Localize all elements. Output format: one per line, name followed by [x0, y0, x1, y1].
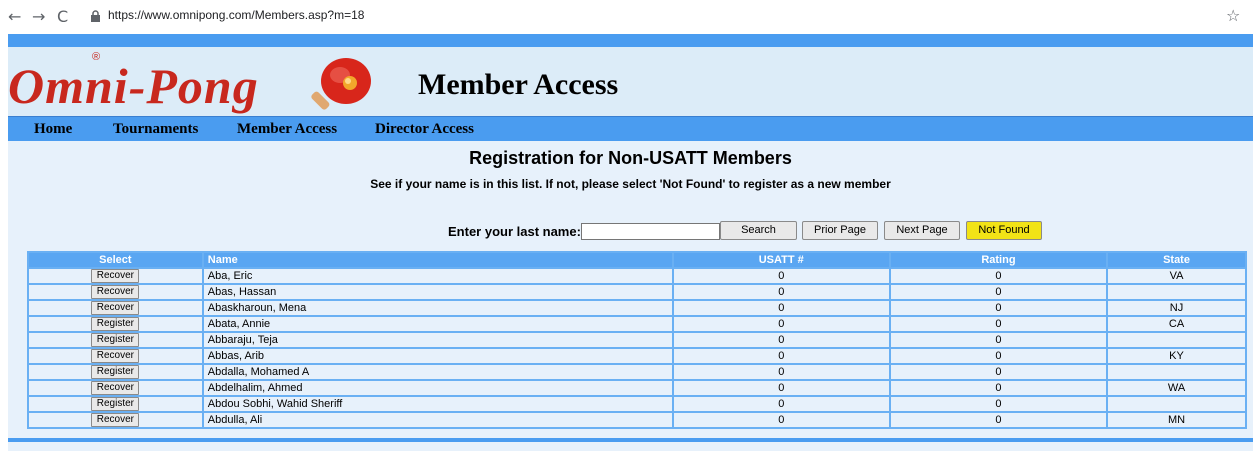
member-usatt: 0 [673, 285, 889, 299]
member-rating: 0 [890, 397, 1107, 411]
member-usatt: 0 [673, 381, 889, 395]
member-rating: 0 [890, 269, 1107, 283]
member-rating: 0 [890, 349, 1107, 363]
lock-icon [91, 10, 100, 22]
table-row: Recover Abdelhalim, Ahmed 0 0 WA [29, 381, 1245, 395]
header-select: Select [29, 253, 202, 267]
header-usatt: USATT # [673, 253, 889, 267]
member-name: Abbas, Arib [203, 349, 672, 363]
member-name: Abas, Hassan [203, 285, 672, 299]
member-state: CA [1108, 317, 1245, 331]
member-rating: 0 [890, 365, 1107, 379]
member-state: MN [1108, 413, 1245, 427]
main-content: Registration for Non-USATT Members See i… [8, 141, 1253, 451]
row-action-button[interactable]: Register [91, 365, 140, 379]
table-row: Recover Abdulla, Ali 0 0 MN [29, 413, 1245, 427]
prior-page-button[interactable]: Prior Page [802, 221, 878, 240]
member-usatt: 0 [673, 349, 889, 363]
nav-home[interactable]: Home [34, 121, 72, 138]
header-name: Name [203, 253, 672, 267]
nav-member-access[interactable]: Member Access [237, 121, 337, 138]
row-action-button[interactable]: Recover [91, 413, 140, 427]
member-rating: 0 [890, 413, 1107, 427]
omnipong-logo[interactable]: Omni-Pong [8, 57, 259, 115]
member-state: KY [1108, 349, 1245, 363]
brand-row: Omni-Pong ® Member Access [8, 47, 1253, 115]
member-rating: 0 [890, 317, 1107, 331]
last-name-label: Enter your last name: [448, 224, 581, 239]
nav-tournaments[interactable]: Tournaments [113, 121, 198, 138]
header-state: State [1108, 253, 1245, 267]
table-row: Register Abdalla, Mohamed A 0 0 [29, 365, 1245, 379]
member-state [1108, 397, 1245, 411]
table-row: Recover Abbas, Arib 0 0 KY [29, 349, 1245, 363]
member-usatt: 0 [673, 365, 889, 379]
member-usatt: 0 [673, 333, 889, 347]
header-rating: Rating [890, 253, 1107, 267]
nav-director-access[interactable]: Director Access [375, 121, 474, 138]
forward-arrow-icon[interactable]: → [32, 9, 45, 25]
member-name: Abaskharoun, Mena [203, 301, 672, 315]
member-name: Abata, Annie [203, 317, 672, 331]
last-name-input[interactable] [581, 223, 720, 240]
url-text[interactable]: https://www.omnipong.com/Members.asp?m=1… [108, 8, 364, 22]
page-heading: Member Access [418, 68, 619, 101]
member-rating: 0 [890, 285, 1107, 299]
page-title: Registration for Non-USATT Members [469, 148, 792, 168]
member-rating: 0 [890, 381, 1107, 395]
row-action-button[interactable]: Recover [91, 269, 140, 283]
not-found-button[interactable]: Not Found [966, 221, 1042, 240]
member-state [1108, 285, 1245, 299]
row-action-button[interactable]: Register [91, 317, 140, 331]
member-usatt: 0 [673, 397, 889, 411]
table-header-row: Select Name USATT # Rating State [29, 253, 1245, 267]
main-nav: Home Tournaments Member Access Director … [8, 116, 1253, 141]
search-button[interactable]: Search [720, 221, 797, 240]
registered-mark: ® [92, 51, 101, 63]
site-page: Omni-Pong ® Member Access Home Tournamen… [8, 34, 1253, 451]
bookmark-star-icon[interactable]: ☆ [1226, 6, 1240, 25]
back-arrow-icon[interactable]: ← [8, 9, 21, 25]
bottom-divider [8, 438, 1253, 442]
reload-icon[interactable]: C [57, 9, 68, 25]
member-name: Aba, Eric [203, 269, 672, 283]
table-row: Register Abata, Annie 0 0 CA [29, 317, 1245, 331]
address-bar[interactable]: https://www.omnipong.com/Members.asp?m=1… [90, 6, 1230, 28]
member-usatt: 0 [673, 269, 889, 283]
member-usatt: 0 [673, 413, 889, 427]
member-usatt: 0 [673, 317, 889, 331]
member-name: Abdalla, Mohamed A [203, 365, 672, 379]
member-name: Abdelhalim, Ahmed [203, 381, 672, 395]
members-table: Select Name USATT # Rating State Recover… [27, 251, 1247, 429]
top-band [8, 34, 1253, 47]
row-action-button[interactable]: Recover [91, 349, 140, 363]
member-state: WA [1108, 381, 1245, 395]
member-state: NJ [1108, 301, 1245, 315]
member-name: Abdulla, Ali [203, 413, 672, 427]
row-action-button[interactable]: Recover [91, 285, 140, 299]
member-name: Abbaraju, Teja [203, 333, 672, 347]
ping-pong-paddle-icon [311, 58, 371, 110]
page-instructions: See if your name is in this list. If not… [370, 177, 891, 191]
browser-toolbar: ← → C https://www.omnipong.com/Members.a… [0, 0, 1253, 34]
member-state: VA [1108, 269, 1245, 283]
member-state [1108, 333, 1245, 347]
row-action-button[interactable]: Recover [91, 301, 140, 315]
table-row: Register Abbaraju, Teja 0 0 [29, 333, 1245, 347]
member-usatt: 0 [673, 301, 889, 315]
member-state [1108, 365, 1245, 379]
row-action-button[interactable]: Register [91, 397, 140, 411]
table-row: Recover Aba, Eric 0 0 VA [29, 269, 1245, 283]
member-rating: 0 [890, 333, 1107, 347]
next-page-button[interactable]: Next Page [884, 221, 960, 240]
row-action-button[interactable]: Register [91, 333, 140, 347]
member-name: Abdou Sobhi, Wahid Sheriff [203, 397, 672, 411]
table-row: Recover Abas, Hassan 0 0 [29, 285, 1245, 299]
row-action-button[interactable]: Recover [91, 381, 140, 395]
table-row: Recover Abaskharoun, Mena 0 0 NJ [29, 301, 1245, 315]
table-row: Register Abdou Sobhi, Wahid Sheriff 0 0 [29, 397, 1245, 411]
member-rating: 0 [890, 301, 1107, 315]
